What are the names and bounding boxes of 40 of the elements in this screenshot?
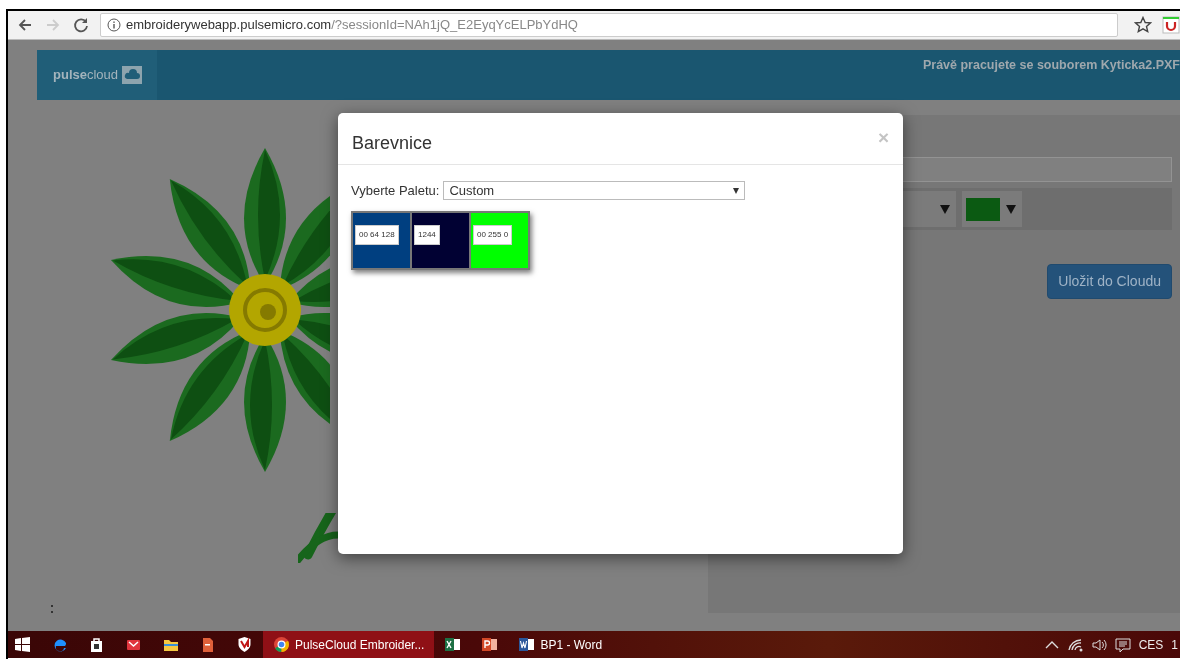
url-path: /?sessionId=NAh1jQ_E2EyqYcELPbYdHQ xyxy=(331,16,578,35)
language-indicator[interactable]: CES xyxy=(1138,635,1164,654)
volume-icon[interactable] xyxy=(1090,637,1107,652)
shield-icon xyxy=(236,636,253,653)
taskbar-app-button[interactable]: BP1 - Word xyxy=(508,631,613,658)
address-bar[interactable]: embroiderywebapp.pulsemicro.com/?sessionId=NAh1jQ_E2EyqYcELPbYdHQ xyxy=(100,13,1118,37)
modal-title: Barevnice xyxy=(352,132,433,155)
palette-select[interactable]: Custom xyxy=(443,181,746,201)
color-swatch[interactable]: 00 255 0 xyxy=(471,212,528,268)
drag-handle-icon[interactable] xyxy=(51,605,54,614)
palette-label: Vyberte Paletu: xyxy=(351,182,440,200)
color-picker[interactable] xyxy=(962,191,1022,227)
spreadsheet-icon xyxy=(444,636,462,653)
url-domain: embroiderywebapp.pulsemicro.com xyxy=(126,16,332,35)
taskbar-app-button[interactable]: PulseCloud Embroider... xyxy=(263,631,435,658)
star-icon[interactable] xyxy=(1134,16,1152,34)
caret-icon xyxy=(1006,204,1016,214)
logo-text: pulsecloud xyxy=(53,66,119,85)
word-document-icon xyxy=(518,636,536,653)
save-button[interactable]: Uložit do Cloudu xyxy=(1047,264,1172,299)
swatch-label: 00 255 0 xyxy=(473,224,513,245)
caret-icon xyxy=(940,204,950,214)
presentation-icon xyxy=(481,636,499,653)
color-swatch[interactable]: 1244 xyxy=(412,212,469,268)
caret-icon xyxy=(733,187,740,194)
color-swatch[interactable]: 00 64 128 xyxy=(353,212,410,268)
notification-icon[interactable] xyxy=(1114,636,1131,653)
bag-icon xyxy=(88,636,105,653)
swatch-label: 00 64 128 xyxy=(355,224,399,245)
clock-text[interactable]: 1 xyxy=(1171,635,1178,654)
cloud-logo-icon xyxy=(122,66,143,84)
windows-icon xyxy=(14,636,31,653)
reload-icon[interactable] xyxy=(72,16,90,34)
wifi-icon[interactable] xyxy=(1066,637,1083,652)
swatch-label: 1244 xyxy=(414,224,440,245)
chevron-up-icon[interactable] xyxy=(1044,639,1059,650)
status-text: Právě pracujete se souborem Kyticka2.PXF xyxy=(922,57,1180,74)
chrome-icon xyxy=(273,636,290,653)
extension-icon[interactable] xyxy=(1162,16,1180,34)
info-icon xyxy=(107,18,121,32)
